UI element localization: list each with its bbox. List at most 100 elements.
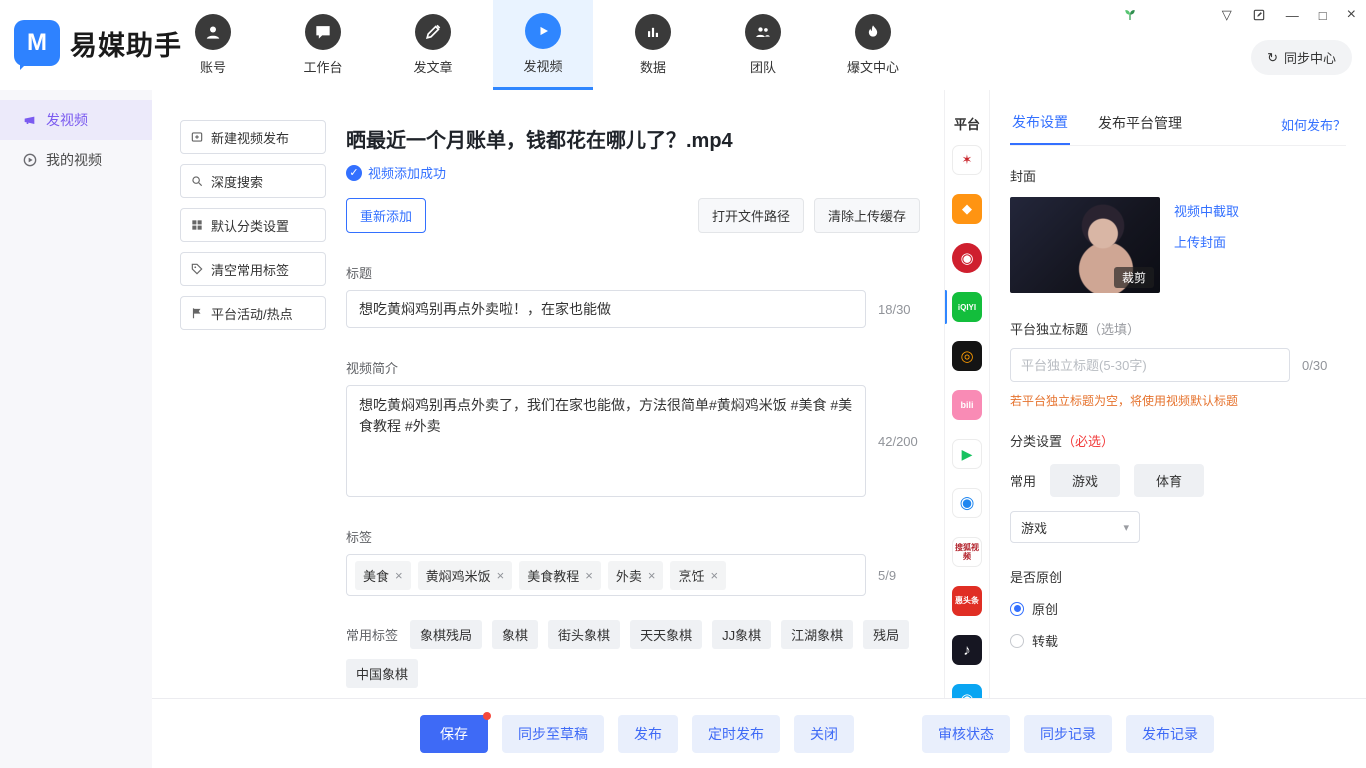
radio-original[interactable]: 原创 [1010,599,1346,618]
publish-panel: 发布设置 发布平台管理 如何发布？ 封面 裁剪 视频中截取 上传封面 平台独立标… [990,90,1366,698]
platform-7-icon[interactable]: ▶ [952,439,982,469]
remove-tag-icon[interactable]: × [395,568,403,583]
default-category-button[interactable]: 默认分类设置 [180,208,326,242]
platform-1-icon[interactable]: ✶ [952,145,982,175]
category-quick-game[interactable]: 游戏 [1050,464,1120,497]
publish-records-button[interactable]: 发布记录 [1126,715,1214,753]
sohu-video-icon[interactable]: 搜狐视频 [952,537,982,567]
radio-selected-icon[interactable] [1010,602,1024,616]
platform-title-input[interactable] [1010,348,1290,382]
radio-unselected-icon[interactable] [1010,634,1024,648]
cover-thumbnail[interactable]: 裁剪 [1010,197,1160,293]
edit-icon[interactable] [1252,8,1266,22]
platform-item[interactable]: ♪ [952,635,982,665]
nav-item-publish-article[interactable]: 发文章 [383,0,483,90]
minimize-button[interactable]: — [1286,8,1299,23]
platform-activity-button[interactable]: 平台活动/热点 [180,296,326,330]
category-quick-sports[interactable]: 体育 [1134,464,1204,497]
tray-plant-icon[interactable] [1122,6,1138,22]
ifeng-icon[interactable]: ◉ [952,243,982,273]
deep-search-button[interactable]: 深度搜索 [180,164,326,198]
nav-item-account[interactable]: 账号 [163,0,263,90]
platform-item[interactable]: ◉ [952,488,982,518]
platform-item[interactable]: ◉ [952,684,982,698]
common-tag[interactable]: 象棋残局 [410,620,482,649]
maximize-button[interactable]: □ [1319,8,1327,23]
tag-chip[interactable]: 美食× [355,561,411,590]
nav-item-team[interactable]: 团队 [713,0,813,90]
platform-item[interactable]: ◆ [952,194,982,224]
nav-item-publish-video[interactable]: 发视频 [493,0,593,90]
common-tag[interactable]: 中国象棋 [346,659,418,688]
platform-2-icon[interactable]: ◆ [952,194,982,224]
tag-chip[interactable]: 黄焖鸡米饭× [418,561,513,590]
scheduled-publish-button[interactable]: 定时发布 [692,715,780,753]
close-editor-button[interactable]: 关闭 [794,715,854,753]
remove-tag-icon[interactable]: × [710,568,718,583]
open-file-path-button[interactable]: 打开文件路径 [698,198,804,233]
common-tag[interactable]: 残局 [863,620,909,649]
platform-item[interactable]: iQIYI [952,292,982,322]
quick-actions-panel: 新建视频发布 深度搜索 默认分类设置 清空常用标签 平台活动/热点 [152,90,332,698]
tag-chip[interactable]: 美食教程× [519,561,601,590]
filter-icon[interactable]: ▽ [1222,7,1232,23]
platform-12-icon[interactable]: ◉ [952,684,982,698]
platform-8-icon[interactable]: ◉ [952,488,982,518]
platform-item[interactable]: ◎ [952,341,982,371]
common-tags-label: 常用标签 [346,625,398,644]
titlebar: M 易媒助手 账号 工作台 发文章 发视频 [0,0,1366,90]
common-tag[interactable]: 天天象棋 [630,620,702,649]
common-tag[interactable]: 街头象棋 [548,620,620,649]
review-status-button[interactable]: 审核状态 [922,715,1010,753]
platform-5-icon[interactable]: ◎ [952,341,982,371]
readd-video-button[interactable]: 重新添加 [346,198,426,233]
nav-item-hot-center[interactable]: 爆文中心 [823,0,923,90]
bilibili-icon[interactable]: bili [952,390,982,420]
platform-item[interactable]: ✶ [952,145,982,175]
sync-to-draft-button[interactable]: 同步至草稿 [502,715,604,753]
upload-cover-link[interactable]: 上传封面 [1174,232,1239,251]
nav-item-workbench[interactable]: 工作台 [273,0,373,90]
crop-button[interactable]: 裁剪 [1114,267,1154,288]
sidebar-item-my-videos[interactable]: 我的视频 [0,140,152,180]
category-grid-icon [190,218,204,232]
common-tag[interactable]: 江湖象棋 [781,620,853,649]
save-button[interactable]: 保存 [420,715,488,753]
platform-item[interactable]: 惠头条 [952,586,982,616]
description-label: 视频简介 [346,358,920,377]
sync-records-button[interactable]: 同步记录 [1024,715,1112,753]
common-tag[interactable]: 象棋 [492,620,538,649]
platform-item[interactable]: 搜狐视频 [952,537,982,567]
sync-center-button[interactable]: ↻ 同步中心 [1251,40,1352,75]
description-textarea[interactable]: 想吃黄焖鸡别再点外卖了，我们在家也能做，方法很简单#黄焖鸡米饭 #美食 #美食教… [346,385,866,497]
radio-repost[interactable]: 转载 [1010,631,1346,650]
how-to-publish-link[interactable]: 如何发布？ [1281,115,1346,134]
clear-common-tags-button[interactable]: 清空常用标签 [180,252,326,286]
douyin-icon[interactable]: ♪ [952,635,982,665]
publish-button[interactable]: 发布 [618,715,678,753]
tag-chip[interactable]: 烹饪× [670,561,726,590]
close-button[interactable]: × [1347,6,1356,24]
new-video-publish-button[interactable]: 新建视频发布 [180,120,326,154]
platform-item[interactable]: ▶ [952,439,982,469]
huitoutiao-icon[interactable]: 惠头条 [952,586,982,616]
nav-item-data[interactable]: 数据 [603,0,703,90]
workbench-icon [305,14,341,50]
tag-chip[interactable]: 外卖× [608,561,664,590]
clear-upload-cache-button[interactable]: 清除上传缓存 [814,198,920,233]
common-tag[interactable]: JJ象棋 [712,620,771,649]
tab-publish-settings[interactable]: 发布设置 [1010,104,1070,145]
remove-tag-icon[interactable]: × [648,568,656,583]
category-select[interactable]: 游戏 ▾ [1010,511,1140,543]
sidebar-item-publish-video[interactable]: 发视频 [0,100,152,140]
platform-item[interactable]: ◉ [952,243,982,273]
remove-tag-icon[interactable]: × [497,568,505,583]
platform-item[interactable]: bili [952,390,982,420]
remove-tag-icon[interactable]: × [585,568,593,583]
tags-input[interactable]: 美食× 黄焖鸡米饭× 美食教程× 外卖× 烹饪× [346,554,866,596]
iqiyi-icon[interactable]: iQIYI [952,292,982,322]
description-counter: 42/200 [878,434,918,449]
title-input[interactable] [346,290,866,328]
capture-from-video-link[interactable]: 视频中截取 [1174,201,1239,220]
tab-platform-management[interactable]: 发布平台管理 [1096,105,1184,144]
